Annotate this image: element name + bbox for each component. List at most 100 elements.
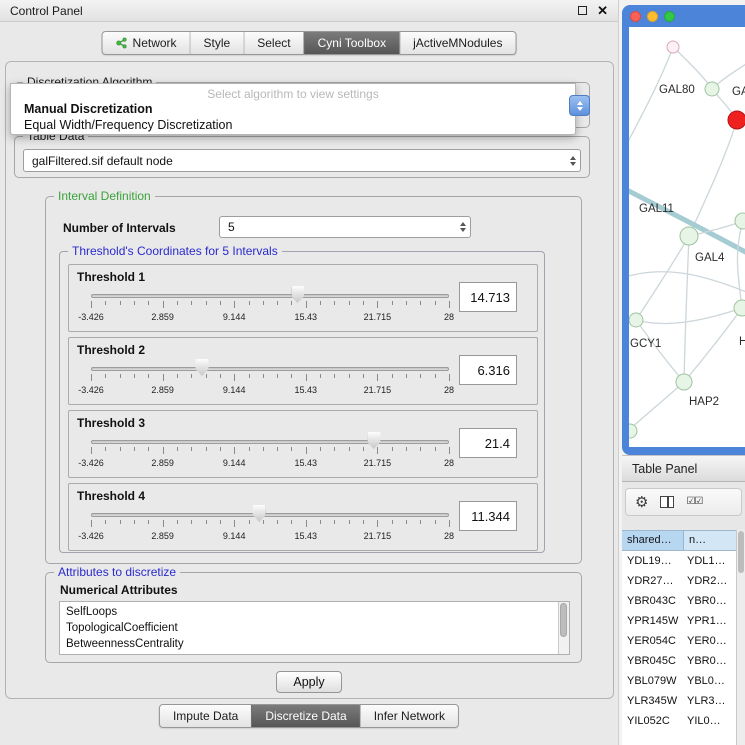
list-scrollbar[interactable]: [558, 602, 569, 654]
threshold-slider[interactable]: -3.4262.8599.14415.4321.71528: [91, 360, 449, 400]
network-edge[interactable]: [684, 236, 689, 382]
close-icon[interactable]: ✕: [597, 4, 608, 17]
tick-mark: [277, 374, 278, 378]
tab-cyni-toolbox[interactable]: Cyni Toolbox: [304, 32, 399, 54]
number-of-intervals-value: 5: [228, 220, 460, 234]
tick-mark: [291, 301, 292, 305]
network-node[interactable]: [734, 300, 745, 316]
tab-style[interactable]: Style: [190, 32, 244, 54]
tick-mark: [148, 520, 149, 524]
table-row[interactable]: YDL19…YDL1…: [622, 551, 745, 571]
table-data-combo[interactable]: galFiltered.sif default node: [23, 149, 581, 172]
tab-jactivemnodules[interactable]: jActiveMNodules: [399, 32, 515, 54]
algorithm-combo-stepper[interactable]: [569, 95, 590, 116]
table-row[interactable]: YLR345WYLR3…: [622, 691, 745, 711]
dropdown-placeholder: Select algorithm to view settings: [11, 87, 575, 101]
tick-mark: [148, 301, 149, 305]
tick-mark: [420, 447, 421, 451]
threshold-value-field[interactable]: 11.344: [459, 501, 517, 531]
attribute-item-betweennesscentrality[interactable]: BetweennessCentrality: [60, 636, 569, 652]
network-edge[interactable]: [636, 236, 689, 320]
apply-button[interactable]: Apply: [276, 671, 342, 693]
cell-shared-name: YPR145W: [622, 611, 684, 631]
threshold-slider[interactable]: -3.4262.8599.14415.4321.71528: [91, 433, 449, 473]
float-panel-icon[interactable]: [578, 6, 587, 15]
table-row[interactable]: YBR045CYBR0…: [622, 651, 745, 671]
network-node[interactable]: [680, 227, 698, 245]
scale-label: 9.144: [223, 385, 246, 395]
network-edge[interactable]: [737, 221, 743, 308]
threshold-slider[interactable]: -3.4262.8599.14415.4321.71528: [91, 287, 449, 327]
tick-mark: [91, 520, 92, 527]
tick-mark: [306, 520, 307, 527]
tab-label: Select: [257, 36, 290, 50]
tab-discretize-data[interactable]: Discretize Data: [251, 705, 359, 727]
network-edge[interactable]: [689, 120, 737, 236]
network-edge[interactable]: [673, 47, 712, 89]
tick-mark: [234, 447, 235, 454]
tab-label: Network: [133, 36, 177, 50]
node-label-gal80: GAL80: [659, 84, 695, 96]
stepper-down-icon: [577, 107, 583, 111]
scale-label: 21.715: [364, 312, 392, 322]
tick-mark: [363, 520, 364, 524]
table-row[interactable]: YER054CYER0…: [622, 631, 745, 651]
table-scrollbar[interactable]: [736, 530, 745, 745]
tick-mark: [377, 520, 378, 527]
network-node[interactable]: [629, 313, 643, 327]
threshold-value-field[interactable]: 21.4: [459, 428, 517, 458]
tick-mark: [377, 374, 378, 381]
select-columns-icon[interactable]: ☑☑: [686, 497, 702, 507]
tick-mark: [249, 447, 250, 451]
selected-node[interactable]: [728, 111, 745, 129]
table-row[interactable]: YIL052CYIL0…: [622, 711, 745, 731]
tick-mark: [163, 301, 164, 308]
threshold-slider[interactable]: -3.4262.8599.14415.4321.71528: [91, 506, 449, 546]
table-row[interactable]: YPR145WYPR1…: [622, 611, 745, 631]
attribute-item-selfloops[interactable]: SelfLoops: [60, 602, 569, 620]
tab-select[interactable]: Select: [243, 32, 303, 54]
network-edge[interactable]: [636, 320, 684, 382]
network-node[interactable]: [735, 213, 745, 229]
table-row[interactable]: YDR27…YDR2…: [622, 571, 745, 591]
algorithm-option-equal-width-frequency-discretization[interactable]: Equal Width/Frequency Discretization: [11, 117, 575, 133]
tab-infer-network[interactable]: Infer Network: [360, 705, 458, 727]
threshold-value-field[interactable]: 6.316: [459, 355, 517, 385]
column-header-0[interactable]: shared…: [622, 531, 684, 550]
attribute-item-topologicalcoefficient[interactable]: TopologicalCoefficient: [60, 620, 569, 636]
tab-impute-data[interactable]: Impute Data: [160, 705, 251, 727]
tick-mark: [320, 301, 321, 305]
network-node[interactable]: [629, 424, 637, 438]
list-scrollbar-thumb[interactable]: [560, 603, 567, 637]
tick-mark: [291, 374, 292, 378]
cell-shared-name: YIL052C: [622, 711, 684, 731]
columns-icon[interactable]: [660, 496, 674, 508]
network-edge[interactable]: [684, 308, 742, 382]
network-edge[interactable]: [636, 308, 742, 323]
mac-close-icon[interactable]: [630, 11, 641, 22]
algorithm-option-manual-discretization[interactable]: Manual Discretization: [11, 101, 575, 117]
table-row[interactable]: YBL079WYBL0…: [622, 671, 745, 691]
thresholds-coordinates-title: Threshold's Coordinates for 5 Intervals: [68, 244, 282, 258]
tick-mark: [435, 374, 436, 378]
table-row[interactable]: YBR043CYBR0…: [622, 591, 745, 611]
threshold-value-field[interactable]: 14.713: [459, 282, 517, 312]
tick-mark: [377, 447, 378, 454]
dropdown-options: Manual DiscretizationEqual Width/Frequen…: [11, 101, 575, 133]
gear-icon[interactable]: ⚙: [635, 495, 648, 510]
number-of-intervals-combo[interactable]: 5: [219, 216, 471, 238]
table-scrollbar-thumb[interactable]: [738, 531, 744, 573]
mac-minimize-icon[interactable]: [647, 11, 658, 22]
network-node[interactable]: [676, 374, 692, 390]
mac-zoom-icon[interactable]: [664, 11, 675, 22]
network-edge[interactable]: [629, 47, 673, 147]
numerical-attributes-list[interactable]: SelfLoopsTopologicalCoefficientBetweenne…: [59, 601, 570, 655]
tab-label: Infer Network: [374, 709, 445, 723]
network-canvas[interactable]: GAL80GAGAL11GAL4GCY1HHAP2: [629, 27, 745, 447]
threshold-label: Threshold 1: [77, 270, 145, 284]
tab-network[interactable]: Network: [103, 32, 190, 54]
network-node[interactable]: [705, 82, 719, 96]
tick-mark: [91, 301, 92, 308]
network-node[interactable]: [667, 41, 679, 53]
network-edge[interactable]: [630, 382, 684, 429]
